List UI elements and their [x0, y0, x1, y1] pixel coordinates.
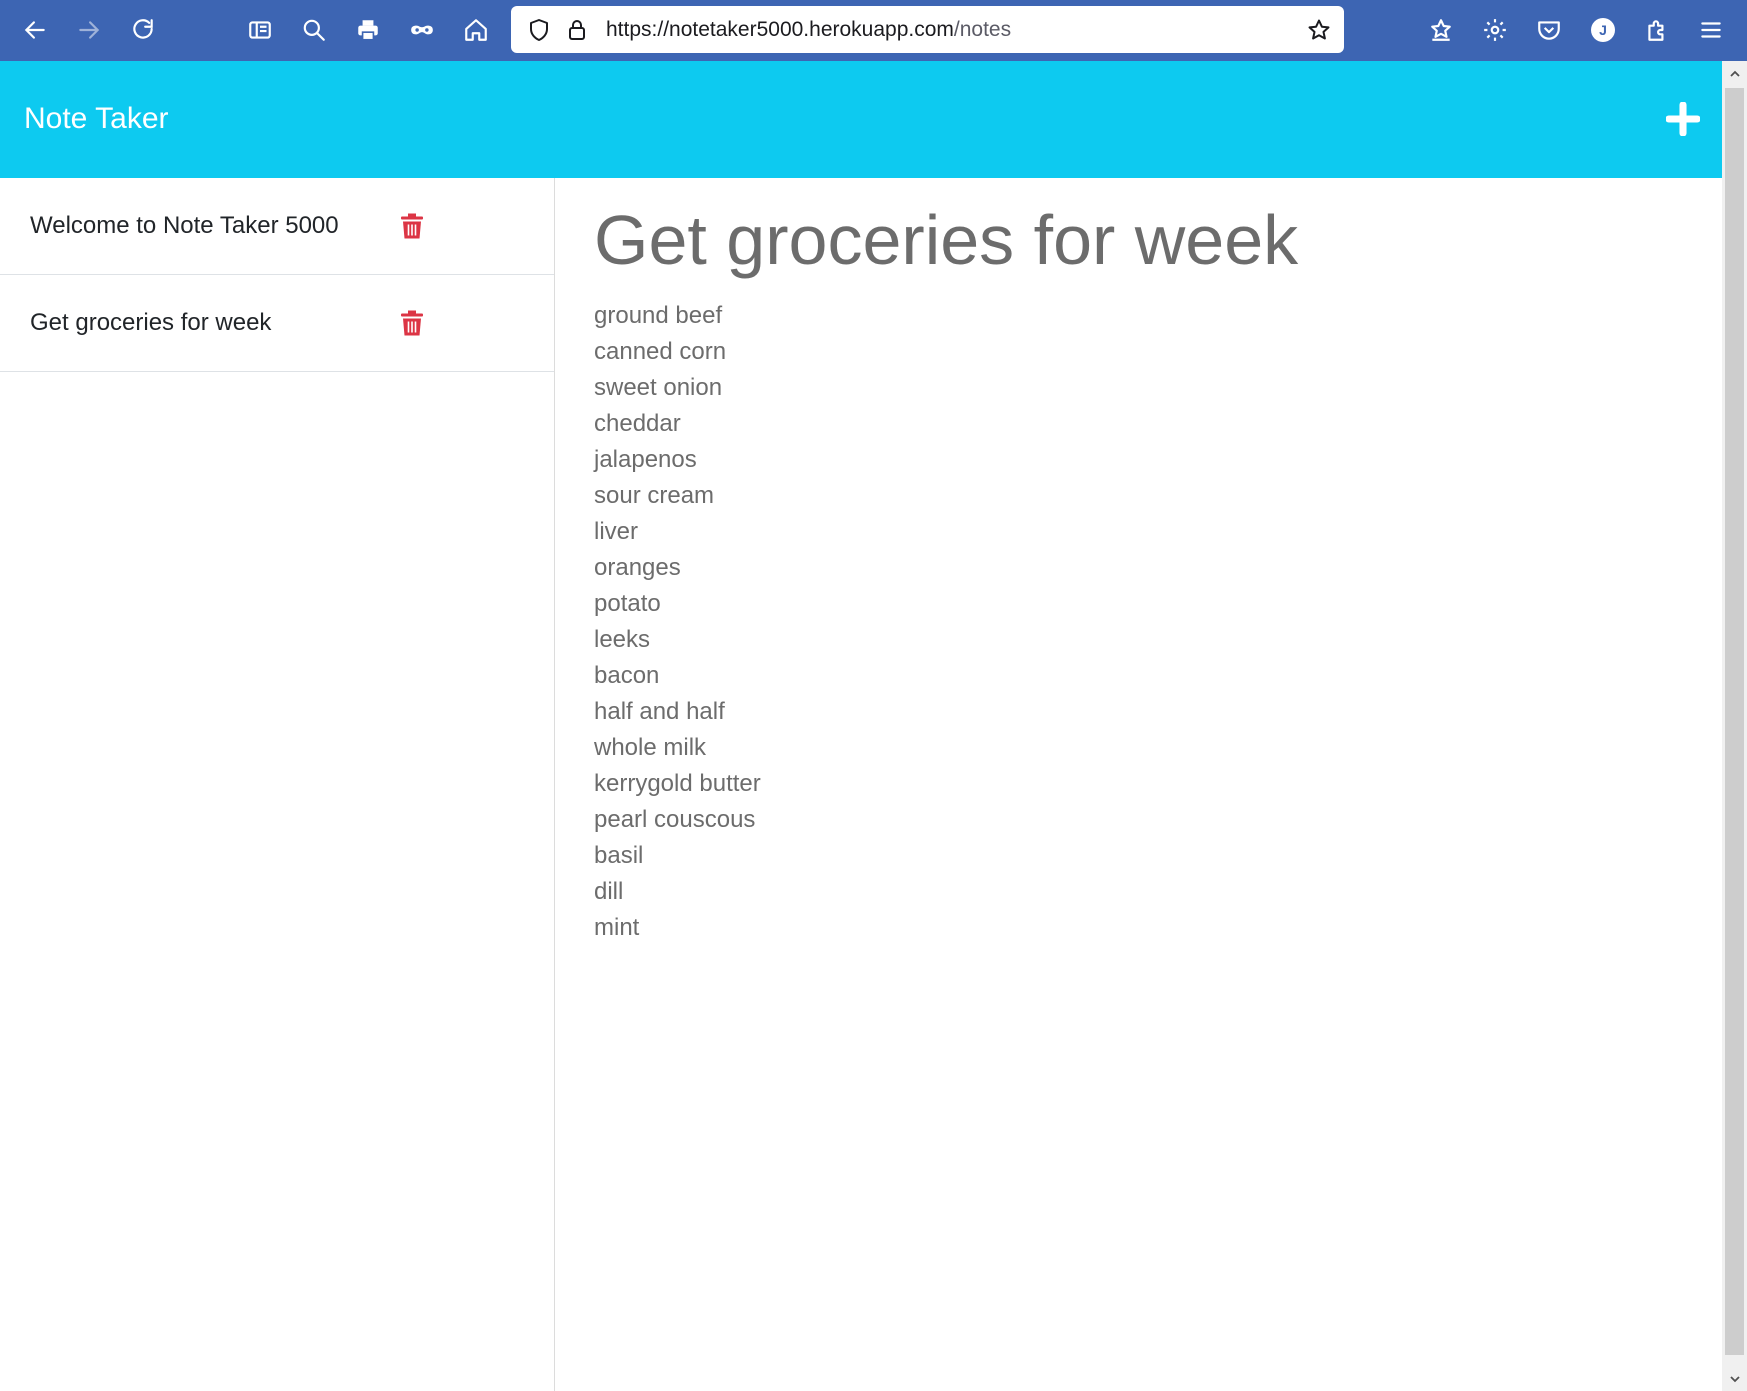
notes-list: Welcome to Note Taker 5000 Get groceries… [0, 178, 555, 1391]
menu-icon[interactable] [1689, 8, 1733, 52]
tracking-shield-icon[interactable] [524, 15, 554, 45]
plus-icon[interactable] [1664, 100, 1702, 138]
scroll-down-icon[interactable] [1722, 1366, 1747, 1391]
trash-icon[interactable] [398, 308, 426, 338]
note-list-title[interactable]: Welcome to Note Taker 5000 [30, 212, 339, 240]
list-item[interactable]: Get groceries for week [0, 275, 554, 372]
url-host: https://notetaker5000.herokuapp.com [606, 17, 954, 41]
note-title-input[interactable]: Get groceries for week [594, 198, 1298, 282]
reader-view-icon[interactable] [238, 8, 282, 52]
home-icon[interactable] [454, 8, 498, 52]
note-line: potato [594, 590, 661, 617]
settings-gear-icon[interactable] [1473, 8, 1517, 52]
note-list-title[interactable]: Get groceries for week [30, 309, 271, 337]
note-line: bacon [594, 662, 660, 689]
forward-icon[interactable] [67, 8, 111, 52]
list-item[interactable]: Welcome to Note Taker 5000 [0, 178, 554, 275]
url-bar[interactable]: https://notetaker5000.herokuapp.com/note… [511, 6, 1344, 53]
note-line: leeks [594, 626, 651, 653]
app-title[interactable]: Note Taker [24, 104, 169, 134]
trash-icon[interactable] [398, 211, 426, 241]
print-icon[interactable] [346, 8, 390, 52]
note-line: mint [594, 914, 640, 941]
note-line: ground beef [594, 302, 723, 329]
search-icon[interactable] [292, 8, 336, 52]
pocket-icon[interactable] [1527, 8, 1571, 52]
note-line: dill [594, 878, 624, 905]
note-textarea[interactable]: ground beef canned corn sweet onion cheddar… [594, 298, 1594, 946]
back-icon[interactable] [13, 8, 57, 52]
app-navbar: Note Taker [0, 61, 1722, 178]
note-line: half and half [594, 698, 725, 725]
note-line: sweet onion [594, 374, 723, 401]
note-line: canned corn [594, 338, 727, 365]
bookmarks-icon[interactable] [1419, 8, 1463, 52]
note-line: cheddar [594, 410, 681, 437]
scroll-up-icon[interactable] [1722, 61, 1747, 86]
extensions-icon[interactable] [1635, 8, 1679, 52]
url-text[interactable]: https://notetaker5000.herokuapp.com/note… [606, 18, 1011, 42]
bookmark-star-icon[interactable] [1304, 15, 1334, 45]
note-line: whole milk [594, 734, 707, 761]
note-line: kerrygold butter [594, 770, 761, 797]
scrollbar-thumb[interactable] [1725, 88, 1744, 1355]
url-path: /notes [953, 17, 1012, 41]
note-line: oranges [594, 554, 681, 581]
account-icon[interactable]: J [1581, 8, 1625, 52]
private-browsing-icon[interactable] [400, 8, 444, 52]
note-line: jalapenos [594, 446, 697, 473]
note-line: liver [594, 518, 639, 545]
note-line: sour cream [594, 482, 715, 509]
browser-toolbar: https://notetaker5000.herokuapp.com/note… [0, 0, 1747, 61]
note-line: basil [594, 842, 644, 869]
profile-avatar: J [1591, 18, 1615, 42]
note-line: pearl couscous [594, 806, 756, 833]
reload-icon[interactable] [121, 8, 165, 52]
lock-icon[interactable] [562, 15, 592, 45]
